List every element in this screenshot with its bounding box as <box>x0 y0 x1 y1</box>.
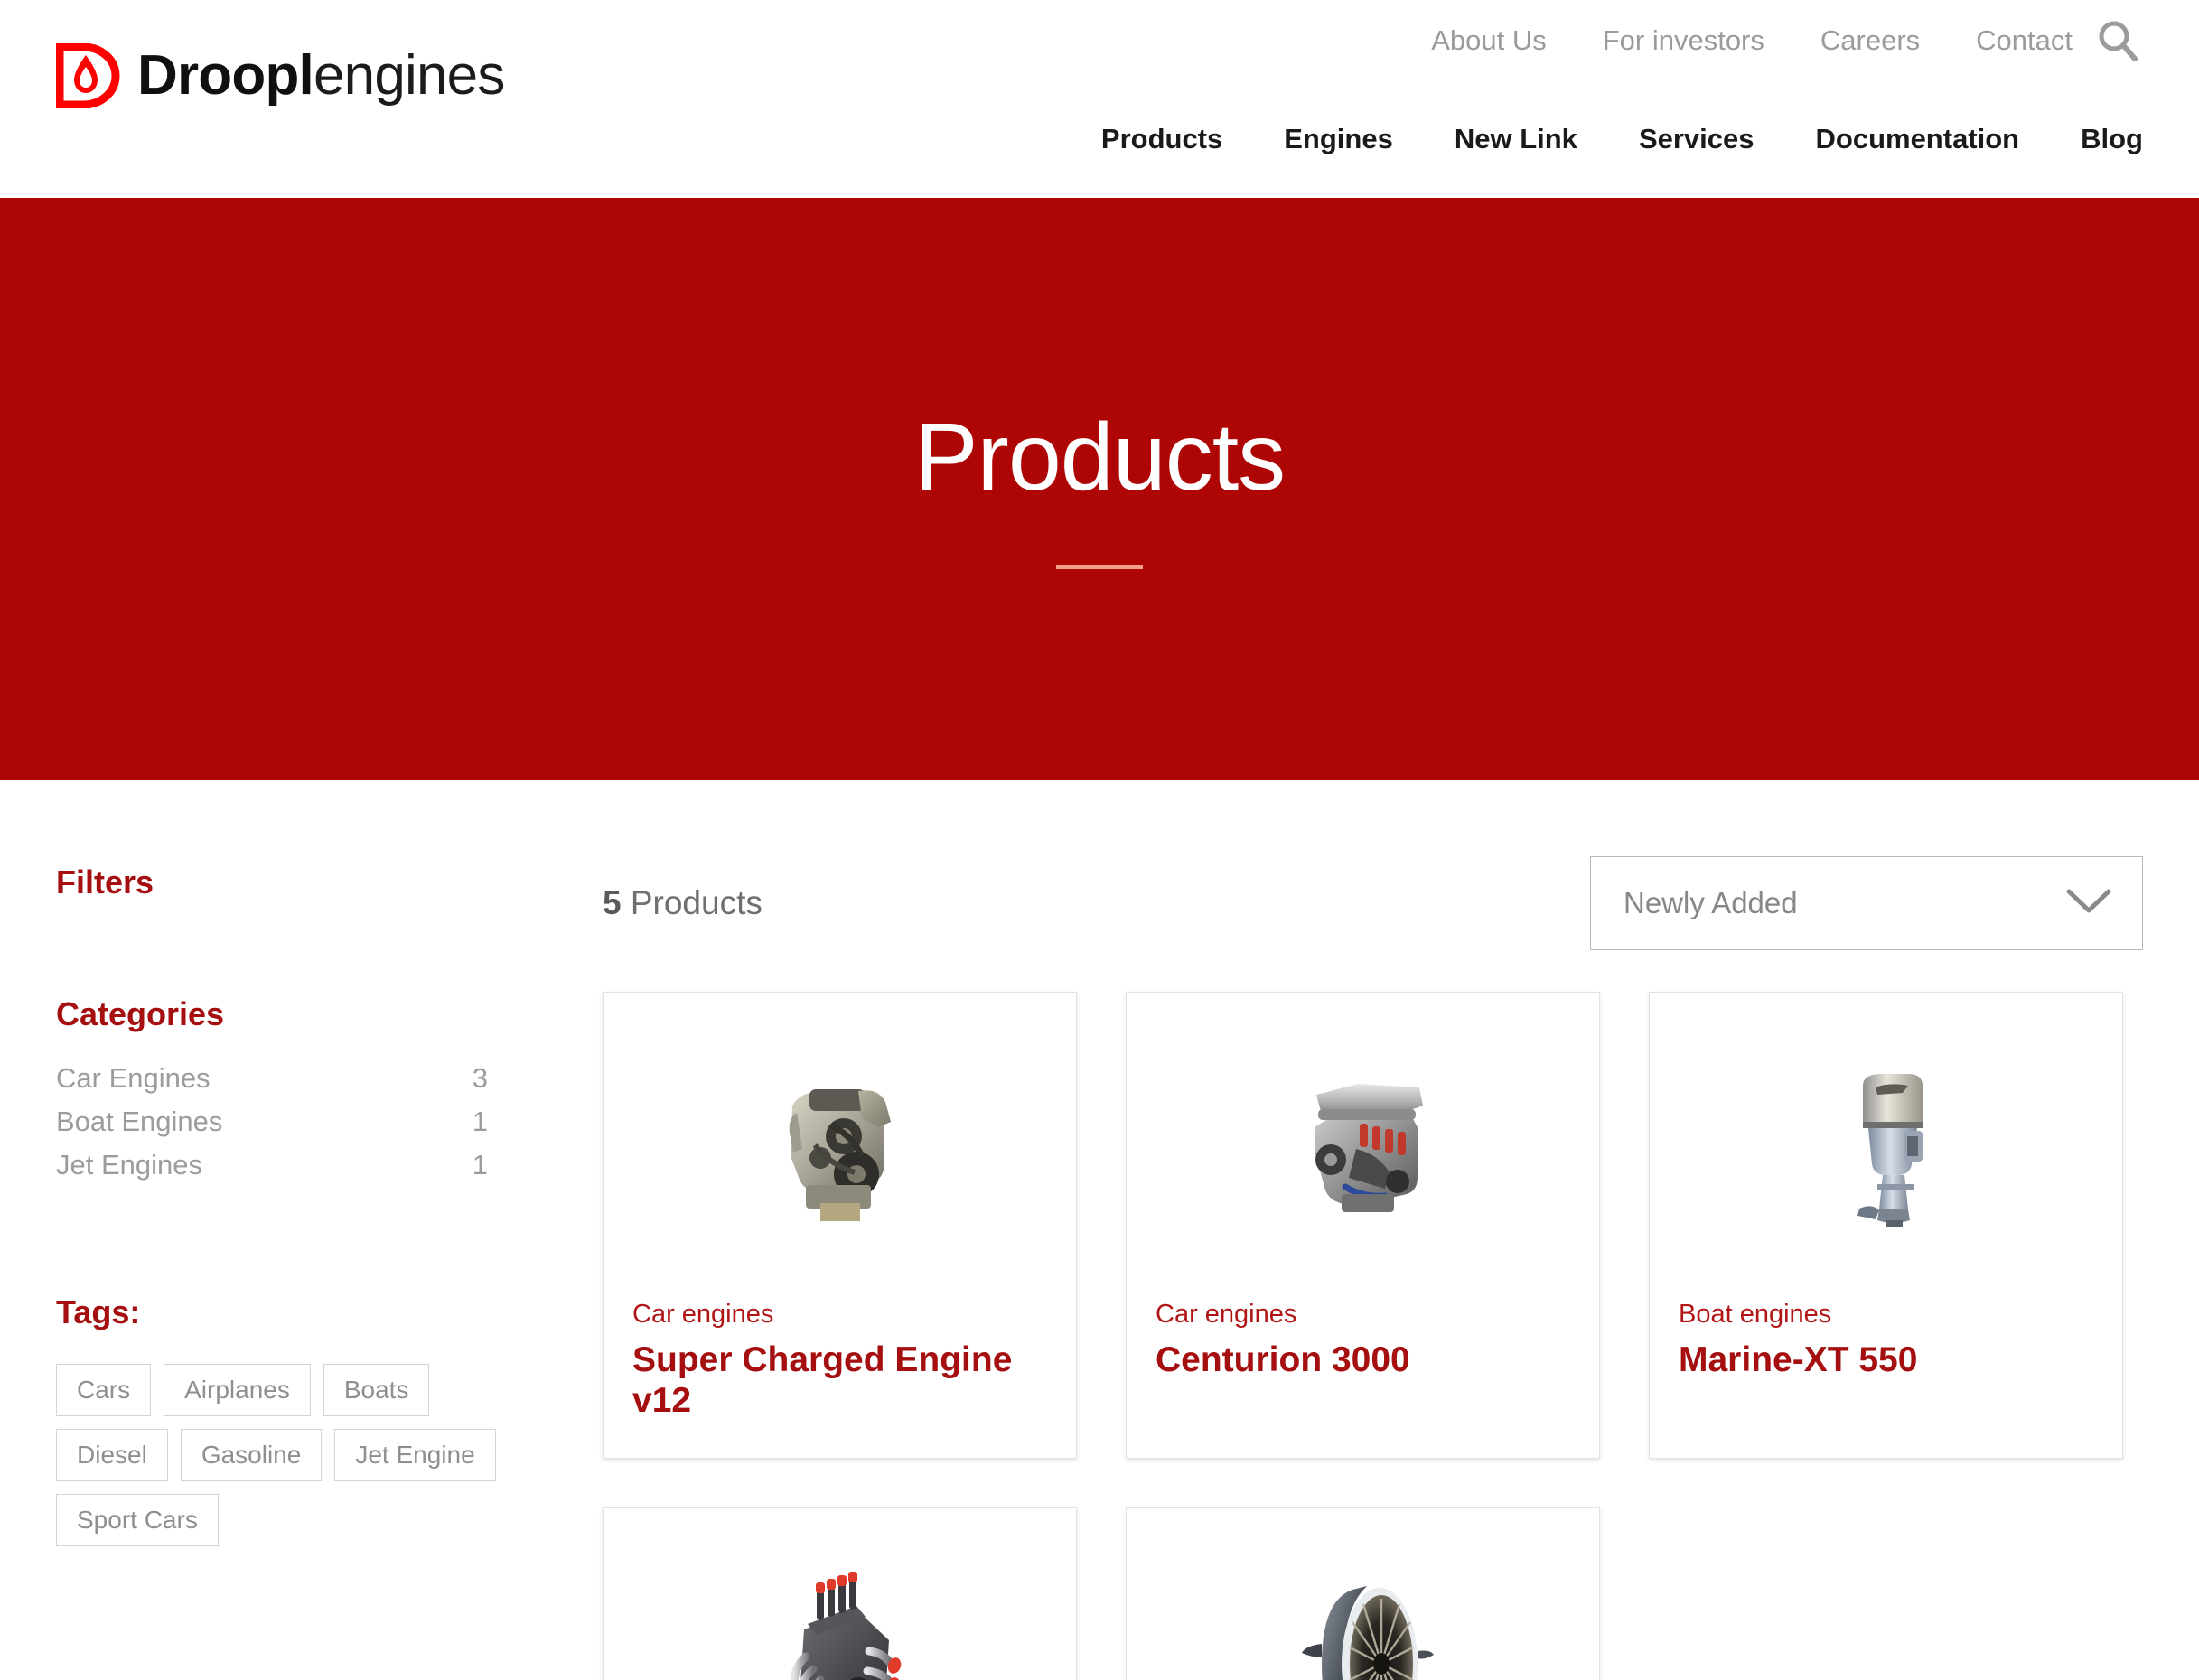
category-label: Boat Engines <box>56 1106 223 1137</box>
brand-wordmark: Drooplengines <box>137 48 505 104</box>
product-image-v8-car-engine <box>1127 993 1599 1300</box>
tag-chip-gasoline[interactable]: Gasoline <box>180 1429 323 1481</box>
main-nav-item-products[interactable]: Products <box>1101 123 1222 155</box>
product-category: Car engines <box>1156 1300 1297 1329</box>
product-card[interactable]: Car engines Super Charged Engine v12 <box>603 992 1077 1459</box>
tag-chip-jet-engine[interactable]: Jet Engine <box>334 1429 496 1481</box>
results-toolbar: 5 Products Newly Added <box>603 856 2143 950</box>
results-count-number: 5 <box>603 884 622 921</box>
brand-name-strong: Droopl <box>137 44 314 107</box>
page-title: Products <box>913 404 1286 510</box>
tags-heading: Tags: <box>56 1293 141 1330</box>
main-nav-item-services[interactable]: Services <box>1639 123 1755 155</box>
product-card[interactable] <box>1126 1507 1600 1680</box>
utility-nav: About Us For investors Careers Contact <box>1431 24 2073 57</box>
product-card-body: Car engines Centurion 3000 <box>1127 1300 1599 1417</box>
main-nav-item-blog[interactable]: Blog <box>2081 123 2143 155</box>
category-count: 1 <box>472 1149 488 1181</box>
sort-dropdown[interactable]: Newly Added <box>1590 856 2143 950</box>
hero-divider <box>1056 565 1143 569</box>
main-nav-item-engines[interactable]: Engines <box>1284 123 1393 155</box>
product-grid: Car engines Super Charged Engine v12 Car… <box>603 992 2143 1680</box>
category-list: Car Engines 3 Boat Engines 1 Jet Engines… <box>56 1057 603 1187</box>
product-title: Super Charged Engine v12 <box>632 1340 1013 1420</box>
product-image-inline-four-car-engine <box>604 993 1076 1300</box>
results-area: 5 Products Newly Added Car engines Super… <box>603 780 2143 1680</box>
tag-cloud: Cars Airplanes Boats Diesel Gasoline Jet… <box>56 1364 508 1546</box>
product-card[interactable]: Car engines Centurion 3000 <box>1126 992 1600 1459</box>
main-nav-item-documentation[interactable]: Documentation <box>1816 123 2020 155</box>
category-item-car-engines[interactable]: Car Engines 3 <box>56 1057 488 1100</box>
tag-chip-diesel[interactable]: Diesel <box>56 1429 168 1481</box>
product-image-outboard-boat-motor <box>1650 993 2122 1300</box>
category-item-jet-engines[interactable]: Jet Engines 1 <box>56 1143 488 1187</box>
product-card[interactable]: Boat engines Marine-XT 550 <box>1649 992 2123 1459</box>
product-card[interactable] <box>603 1507 1077 1680</box>
search-button[interactable] <box>2092 16 2143 67</box>
chevron-down-icon <box>2064 886 2113 921</box>
category-count: 1 <box>472 1106 488 1137</box>
category-label: Car Engines <box>56 1062 211 1094</box>
main-nav: Products Engines New Link Services Docum… <box>1101 123 2143 155</box>
product-card-body: Boat engines Marine-XT 550 <box>1650 1300 2122 1417</box>
filters-heading: Filters <box>56 863 154 901</box>
brand-name-light: engines <box>313 44 505 107</box>
tag-chip-airplanes[interactable]: Airplanes <box>164 1364 311 1416</box>
site-header: Drooplengines About Us For investors Car… <box>0 0 2199 198</box>
utility-nav-item-careers[interactable]: Careers <box>1820 24 1920 57</box>
product-image-racing-car-engine <box>604 1507 1076 1680</box>
tag-chip-sport-cars[interactable]: Sport Cars <box>56 1494 219 1546</box>
product-card-body: Car engines Super Charged Engine v12 <box>604 1300 1076 1458</box>
categories-heading: Categories <box>56 995 225 1032</box>
product-image-jet-turbine-engine <box>1127 1507 1599 1680</box>
results-count-suffix: Products <box>621 884 763 921</box>
main-nav-item-new-link[interactable]: New Link <box>1455 123 1577 155</box>
category-item-boat-engines[interactable]: Boat Engines 1 <box>56 1100 488 1143</box>
utility-nav-item-about-us[interactable]: About Us <box>1431 24 1547 57</box>
sort-selected-value: Newly Added <box>1624 886 1798 919</box>
page-content: Filters Categories Car Engines 3 Boat En… <box>0 780 2199 1680</box>
category-label: Jet Engines <box>56 1149 202 1181</box>
results-count: 5 Products <box>603 884 763 922</box>
product-category: Car engines <box>632 1300 774 1329</box>
hero-banner: Products <box>0 198 2199 780</box>
product-title: Centurion 3000 <box>1156 1340 1410 1379</box>
droplet-logo-icon <box>56 43 121 108</box>
search-icon <box>2094 17 2141 67</box>
utility-nav-item-for-investors[interactable]: For investors <box>1603 24 1764 57</box>
product-category: Boat engines <box>1679 1300 1832 1329</box>
brand-logo[interactable]: Drooplengines <box>56 43 505 108</box>
filters-sidebar: Filters Categories Car Engines 3 Boat En… <box>56 780 603 1680</box>
category-count: 3 <box>472 1062 488 1094</box>
utility-nav-item-contact[interactable]: Contact <box>1976 24 2073 57</box>
tag-chip-cars[interactable]: Cars <box>56 1364 152 1416</box>
product-title: Marine-XT 550 <box>1679 1340 1918 1379</box>
tag-chip-boats[interactable]: Boats <box>323 1364 430 1416</box>
